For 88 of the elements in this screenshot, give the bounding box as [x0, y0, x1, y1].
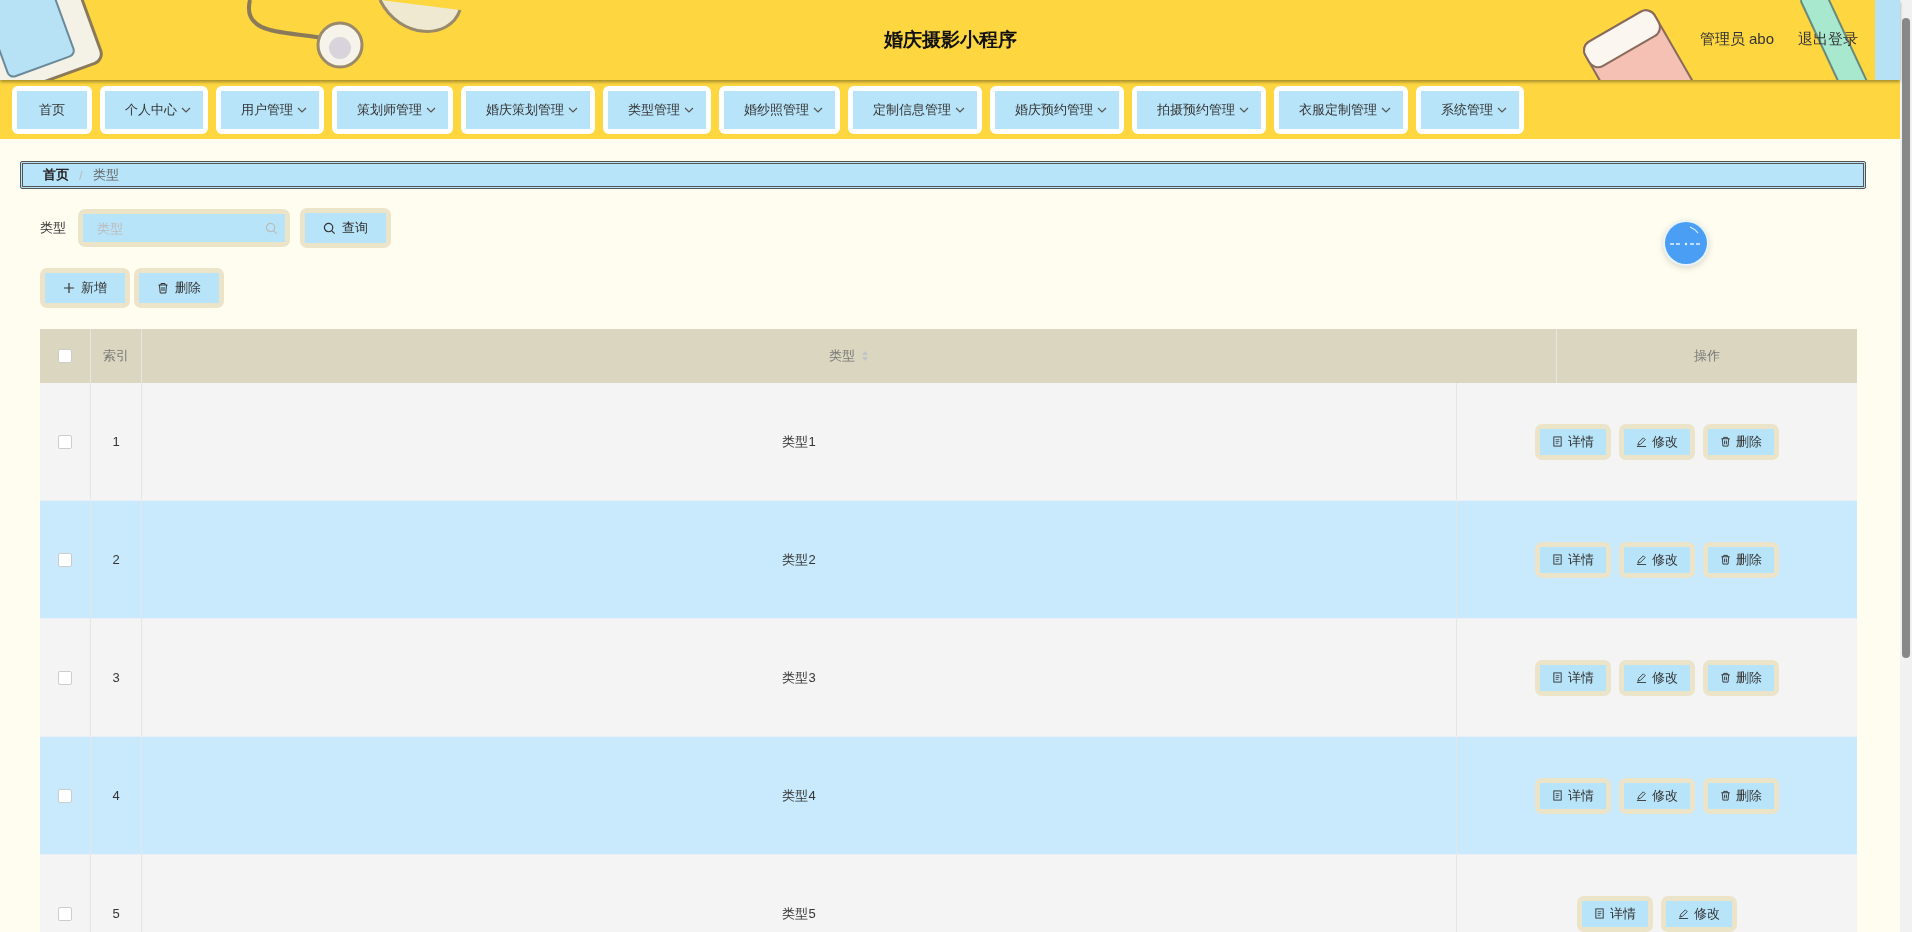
nav-menu-item[interactable]: 婚纱照管理 [724, 90, 835, 129]
type-cell: 类型1 [782, 432, 816, 451]
detail-button[interactable]: 详情 [1540, 782, 1606, 809]
nav-menu-item[interactable]: 婚庆预约管理 [995, 90, 1119, 129]
search-field[interactable]: 类型 [83, 214, 285, 242]
nav-menu-item[interactable]: 类型管理 [608, 90, 706, 129]
row-checkbox[interactable] [58, 906, 72, 921]
nav-menu-item[interactable]: 个人中心 [105, 90, 203, 129]
pencil-icon [1636, 790, 1647, 801]
document-icon [1552, 672, 1563, 683]
floating-globe-icon[interactable] [1662, 219, 1710, 267]
trash-icon [1720, 790, 1731, 801]
detail-button[interactable]: 详情 [1540, 428, 1606, 455]
breadcrumb-link[interactable]: 类型 [92, 166, 119, 184]
column-header: 操作 [1694, 347, 1720, 365]
trash-icon [1720, 436, 1731, 447]
nav-menu-item[interactable]: 衣服定制管理 [1279, 90, 1403, 129]
chevron-down-icon [426, 106, 436, 113]
edit-button[interactable]: 修改 [1624, 664, 1690, 691]
trash-icon [1720, 554, 1731, 565]
sort-icon[interactable] [861, 350, 869, 362]
nav-menu-item[interactable]: 婚庆策划管理 [466, 90, 590, 129]
column-header: 类型 [829, 347, 855, 365]
document-icon [1552, 790, 1563, 801]
delete-button[interactable]: 删除 [1708, 664, 1774, 691]
index-cell: 2 [112, 552, 120, 567]
delete-button[interactable]: 删除 [1708, 782, 1774, 809]
index-cell: 4 [112, 788, 120, 803]
chevron-down-icon [181, 106, 191, 113]
row-checkbox[interactable] [58, 434, 72, 449]
breadcrumb-link[interactable]: 首页 [43, 166, 69, 184]
edit-button[interactable]: 修改 [1624, 428, 1690, 455]
document-icon [1594, 908, 1605, 919]
chevron-down-icon [297, 106, 307, 113]
search-label: 类型 [40, 219, 66, 237]
chevron-down-icon [1497, 106, 1507, 113]
app-title: 婚庆摄影小程序 [883, 28, 1017, 52]
search-icon [265, 222, 278, 235]
query-button[interactable]: 查询 [305, 213, 386, 243]
document-icon [1552, 554, 1563, 565]
nav-menu-item[interactable]: 用户管理 [221, 90, 319, 129]
index-cell: 1 [112, 434, 120, 449]
document-icon [1552, 436, 1563, 447]
pencil-icon [1636, 436, 1647, 447]
row-checkbox[interactable] [58, 670, 72, 685]
trash-icon [157, 282, 169, 294]
row-checkbox[interactable] [58, 788, 72, 803]
type-cell: 类型2 [782, 550, 816, 569]
nav-menu-item[interactable]: 定制信息管理 [853, 90, 977, 129]
select-all-checkbox[interactable] [58, 349, 72, 363]
pencil-icon [1678, 908, 1689, 919]
pencil-icon [1636, 554, 1647, 565]
edit-button[interactable]: 修改 [1666, 900, 1732, 927]
index-cell: 3 [112, 670, 120, 685]
edit-button[interactable]: 修改 [1624, 782, 1690, 809]
chevron-down-icon [813, 106, 823, 113]
row-checkbox[interactable] [58, 552, 72, 567]
add-button[interactable]: 新增 [45, 273, 125, 303]
chevron-down-icon [1239, 106, 1249, 113]
detail-button[interactable]: 详情 [1582, 900, 1648, 927]
type-cell: 类型5 [782, 904, 816, 923]
chevron-down-icon [568, 106, 578, 113]
trash-icon [1720, 672, 1731, 683]
scrollbar[interactable] [1900, 0, 1912, 932]
detail-button[interactable]: 详情 [1540, 664, 1606, 691]
chevron-down-icon [1097, 106, 1107, 113]
user-name: 管理员 abo [1699, 30, 1774, 49]
delete-button[interactable]: 删除 [1708, 428, 1774, 455]
plus-icon [63, 282, 75, 294]
column-header: 索引 [103, 347, 129, 365]
nav-menu-item[interactable]: 首页 [17, 90, 87, 129]
chevron-down-icon [684, 106, 694, 113]
edit-button[interactable]: 修改 [1624, 546, 1690, 573]
search-icon [323, 221, 336, 235]
scrollbar-thumb[interactable] [1902, 18, 1910, 658]
nav-menu-item[interactable]: 系统管理 [1421, 90, 1519, 129]
detail-button[interactable]: 详情 [1540, 546, 1606, 573]
index-cell: 5 [112, 906, 120, 921]
nav-menu-item[interactable]: 拍摄预约管理 [1137, 90, 1261, 129]
type-cell: 类型4 [782, 786, 816, 805]
delete-button[interactable]: 删除 [1708, 546, 1774, 573]
nav-menu-item[interactable]: 策划师管理 [337, 90, 448, 129]
delete-button[interactable]: 删除 [139, 273, 219, 303]
pencil-icon [1636, 672, 1647, 683]
chevron-down-icon [955, 106, 965, 113]
type-cell: 类型3 [782, 668, 816, 687]
chevron-down-icon [1381, 106, 1391, 113]
breadcrumb-separator: / [79, 167, 83, 183]
